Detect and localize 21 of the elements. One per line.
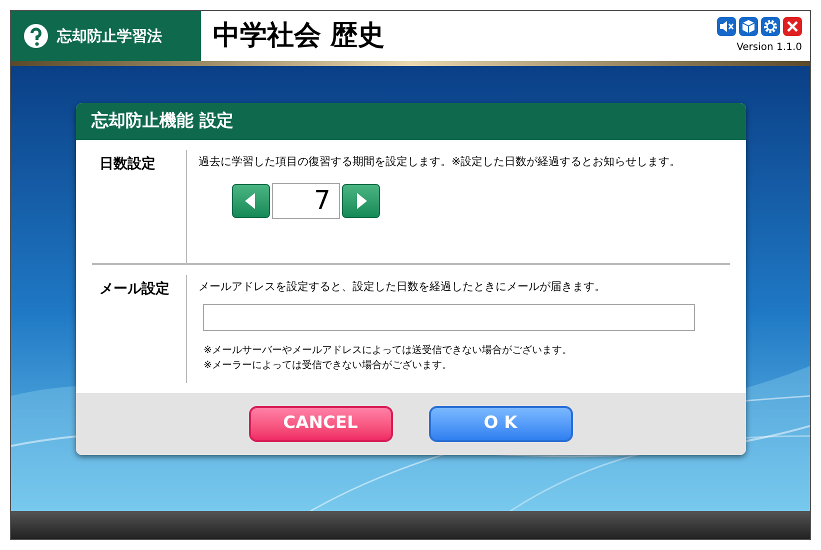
email-input-field[interactable]	[202, 304, 694, 330]
note-text: ※メールサーバーやメールアドレスによっては送受信できない場合がございます。	[204, 344, 573, 358]
section-description: メールアドレスを設定すると、設定した日数を経過したときにメールが届きます。	[198, 279, 606, 295]
version-label: Version 1.1.0	[736, 41, 802, 55]
ok-button[interactable]: O K	[428, 406, 572, 442]
cube-icon[interactable]	[739, 17, 758, 36]
decrease-button[interactable]	[232, 184, 270, 218]
app-name: 忘却防止学習法	[57, 26, 162, 47]
settings-icon[interactable]	[761, 17, 780, 36]
close-icon[interactable]	[783, 17, 802, 36]
increase-button[interactable]	[342, 184, 380, 218]
dialog-title: 忘却防止機能 設定	[92, 110, 234, 133]
help-icon[interactable]	[23, 23, 49, 49]
cancel-button[interactable]: CANCEL	[248, 406, 392, 442]
section-label: メール設定	[98, 280, 170, 299]
days-field[interactable]: 7	[272, 182, 340, 218]
section-description: 過去に学習した項目の復習する期間を設定します。※設定した日数が経過するとお知らせします。	[198, 154, 681, 170]
page-title: 中学社会 歴史	[213, 18, 384, 53]
mute-icon[interactable]	[717, 17, 736, 36]
note-text: ※メーラーによっては受信できない場合がございます。	[204, 358, 453, 372]
section-label: 日数設定	[98, 154, 156, 174]
